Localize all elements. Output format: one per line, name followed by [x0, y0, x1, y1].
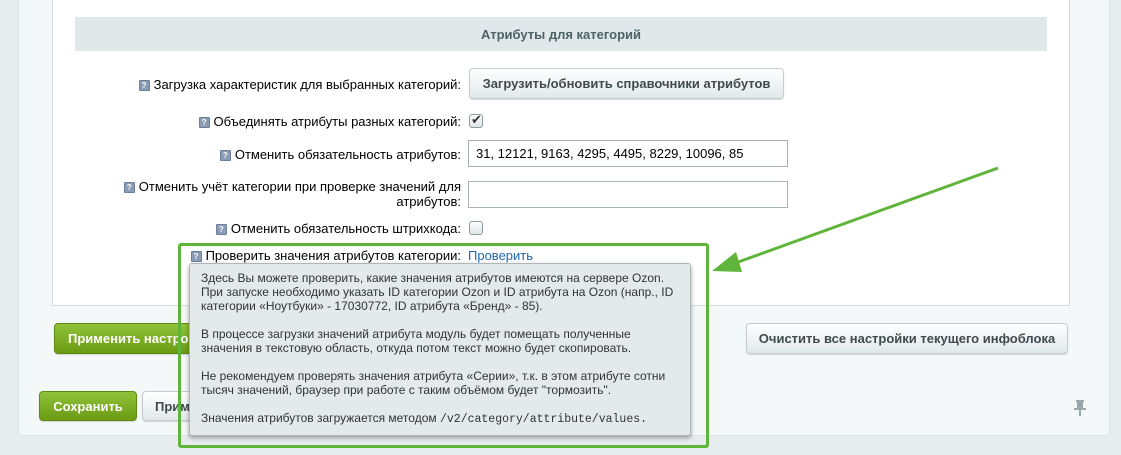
cancel-barcode-checkbox[interactable] [469, 221, 483, 235]
highlight-frame [178, 243, 709, 448]
checkmark-icon: ✔ [471, 112, 482, 127]
section-title: Атрибуты для категорий [75, 17, 1047, 51]
merge-attributes-checkbox[interactable]: ✔ [469, 112, 483, 128]
hint-icon[interactable]: ? [138, 80, 150, 91]
cancel-category-label: ? Отменить учёт категории при проверке зн… [116, 179, 461, 209]
cancel-barcode-label: ? Отменить обязательность штрихкода: [215, 221, 461, 236]
load-attributes-button[interactable]: Загрузить/обновить справочники атрибутов [469, 68, 784, 99]
hint-icon[interactable]: ? [198, 117, 210, 128]
hint-icon[interactable]: ? [219, 150, 231, 161]
cancel-required-label: ? Отменить обязательность атрибутов: [219, 147, 461, 162]
hint-icon[interactable]: ? [123, 182, 135, 193]
hint-icon[interactable]: ? [215, 224, 227, 235]
save-button[interactable]: Сохранить [39, 391, 137, 421]
clear-settings-button[interactable]: Очистить все настройки текущего инфоблок… [746, 323, 1068, 354]
load-characteristics-label: ? Загрузка характеристик для выбранных ка… [138, 77, 461, 92]
arrow-icon [712, 166, 999, 272]
merge-attributes-label: ? Объединять атрибуты разных категорий: [198, 114, 461, 129]
pin-icon[interactable] [1073, 400, 1087, 416]
